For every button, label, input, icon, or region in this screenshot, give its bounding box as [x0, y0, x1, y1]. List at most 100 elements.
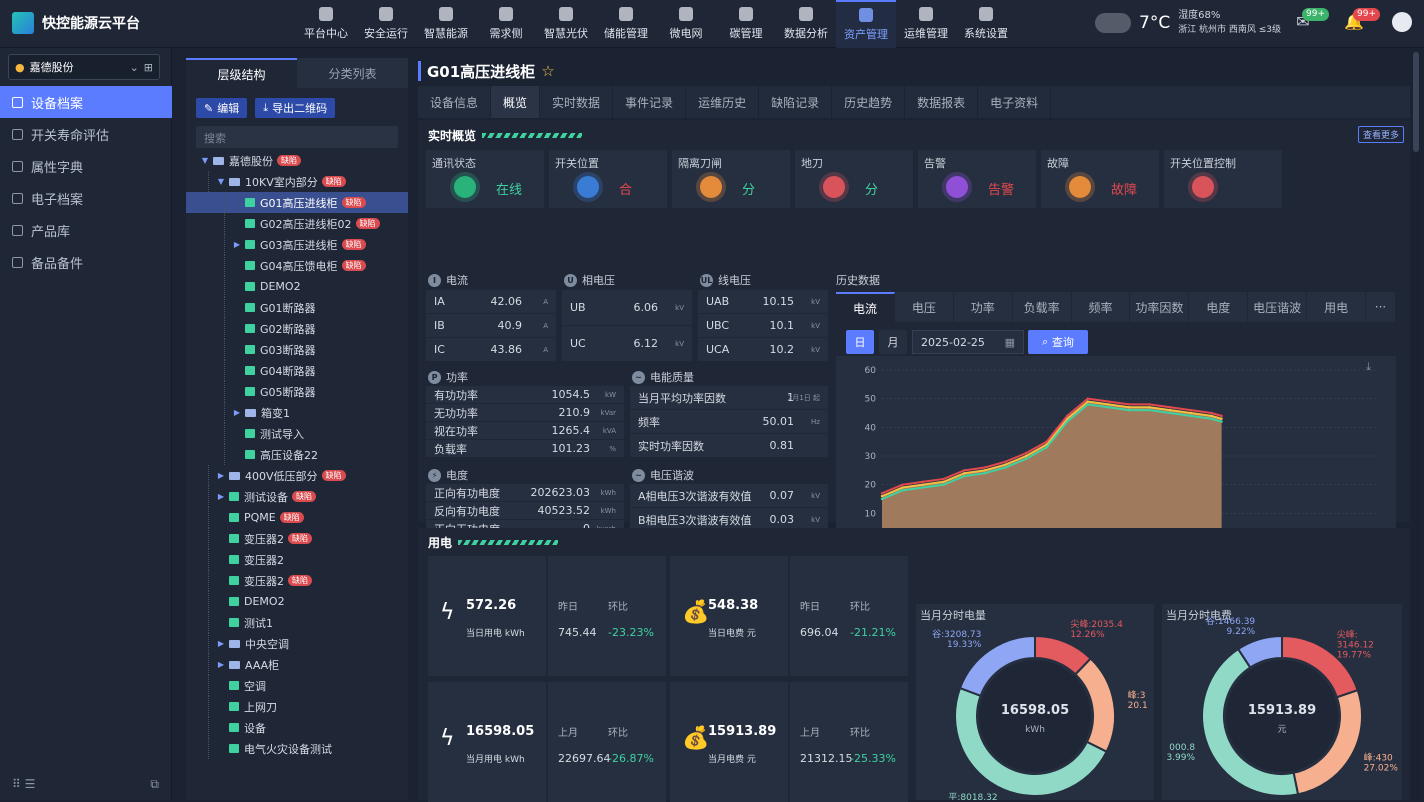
metric-row: 频率 50.01 Hz — [630, 410, 828, 434]
history-tab-5[interactable]: 功率因数 — [1130, 292, 1190, 322]
tree-node[interactable]: ▼ 10KV室内部分 缺陷 — [186, 171, 408, 192]
tree-node[interactable]: 测试1 — [186, 612, 408, 633]
nav-item-7[interactable]: 碳管理 — [716, 0, 776, 48]
apps-icon[interactable]: ⠿ ☰ — [12, 777, 35, 792]
tree-node[interactable]: 变压器2 缺陷 — [186, 570, 408, 591]
tree-node[interactable]: G04断路器 — [186, 360, 408, 381]
sidebar-item-5[interactable]: 备品备件 — [0, 246, 172, 278]
nav-item-8[interactable]: 数据分析 — [776, 0, 836, 48]
tree-node[interactable]: G01断路器 — [186, 297, 408, 318]
nav-item-3[interactable]: 需求侧 — [476, 0, 536, 48]
day-button[interactable]: 日 — [846, 330, 874, 354]
tree-node[interactable]: ▼ 嘉德股份 缺陷 — [186, 150, 408, 171]
grid-icon[interactable]: ⊞ — [144, 61, 153, 74]
tree-node[interactable]: G02高压进线柜02 缺陷 — [186, 213, 408, 234]
tree-node[interactable]: 高压设备22 — [186, 444, 408, 465]
tree-node[interactable]: 电气火灾设备测试 — [186, 738, 408, 759]
tree-node[interactable]: ▶ 400V低压部分 缺陷 — [186, 465, 408, 486]
nav-item-5[interactable]: 储能管理 — [596, 0, 656, 48]
tab-7[interactable]: 数据报表 — [905, 86, 979, 118]
star-icon[interactable]: ☆ — [541, 62, 554, 80]
month-button[interactable]: 月 — [879, 330, 907, 354]
tree-search-input[interactable]: 搜索 — [196, 126, 398, 148]
history-chart: 010203040506000:0002:0004:0006:0008:0010… — [836, 356, 1396, 556]
edit-button[interactable]: ✎ 编辑 — [196, 98, 248, 118]
sidebar-item-2[interactable]: 属性字典 — [0, 150, 172, 182]
main-scrollbar[interactable] — [1412, 48, 1420, 800]
tree-node[interactable]: G02断路器 — [186, 318, 408, 339]
tab-category-list[interactable]: 分类列表 — [297, 58, 408, 88]
tab-4[interactable]: 运维历史 — [686, 86, 760, 118]
expand-arrow-icon[interactable]: ▼ — [200, 156, 210, 165]
history-tab-7[interactable]: 电压谐波 — [1248, 292, 1308, 322]
tab-0[interactable]: 设备信息 — [418, 86, 492, 118]
tree-node[interactable]: PQME 缺陷 — [186, 507, 408, 528]
quality-icon: ~ — [632, 370, 645, 384]
tree-node[interactable]: 变压器2 缺陷 — [186, 528, 408, 549]
export-qrcode-button[interactable]: ⤓ 导出二维码 — [255, 98, 336, 118]
tree-node[interactable]: 变压器2 — [186, 549, 408, 570]
expand-arrow-icon[interactable]: ▶ — [216, 660, 226, 669]
query-button[interactable]: ⌕ 查询 — [1028, 330, 1088, 354]
tree-node[interactable]: 空调 — [186, 675, 408, 696]
tree-node[interactable]: DEMO2 — [186, 591, 408, 612]
expand-arrow-icon[interactable]: ▶ — [232, 240, 242, 249]
nav-item-11[interactable]: 系统设置 — [956, 0, 1016, 48]
tree-node[interactable]: 上网刀 — [186, 696, 408, 717]
sidebar-item-3[interactable]: 电子档案 — [0, 182, 172, 214]
collapse-icon[interactable]: ⧉ — [150, 777, 159, 792]
history-tab-0[interactable]: 电流 — [836, 292, 895, 322]
sidebar-item-4[interactable]: 产品库 — [0, 214, 172, 246]
nav-item-9[interactable]: 资产管理 — [836, 0, 896, 48]
expand-arrow-icon[interactable]: ▶ — [216, 471, 226, 480]
date-picker[interactable]: 2025-02-25 ▦ — [912, 330, 1024, 354]
download-icon[interactable]: ⤓ — [1366, 360, 1371, 373]
sidebar-item-1[interactable]: 开关寿命评估 — [0, 118, 172, 150]
tree-node[interactable]: DEMO2 — [186, 276, 408, 297]
mail-badge: 99+ — [1302, 8, 1329, 21]
tree-node[interactable]: ▶ 测试设备 缺陷 — [186, 486, 408, 507]
tree-node[interactable]: 测试导入 — [186, 423, 408, 444]
tree-node[interactable]: 设备 — [186, 717, 408, 738]
tree-node[interactable]: G01高压进线柜 缺陷 — [186, 192, 408, 213]
nav-item-1[interactable]: 安全运行 — [356, 0, 416, 48]
tab-3[interactable]: 事件记录 — [613, 86, 687, 118]
history-tabs-more[interactable]: ··· — [1366, 292, 1396, 322]
bell-icon[interactable]: 🔔 99+ — [1343, 8, 1380, 34]
tree-node[interactable]: ▶ 中央空调 — [186, 633, 408, 654]
view-more-button[interactable]: 查看更多 — [1357, 126, 1404, 143]
expand-arrow-icon[interactable]: ▶ — [216, 492, 226, 501]
sidebar-item-0[interactable]: 设备档案 — [0, 86, 172, 118]
nav-item-4[interactable]: 智慧光伏 — [536, 0, 596, 48]
history-tab-3[interactable]: 负载率 — [1013, 292, 1072, 322]
tree-node[interactable]: G05断路器 — [186, 381, 408, 402]
tree-node[interactable]: G04高压馈电柜 缺陷 — [186, 255, 408, 276]
mail-icon[interactable]: ✉ 99+ — [1292, 8, 1329, 34]
history-tab-4[interactable]: 频率 — [1072, 292, 1131, 322]
tree-node[interactable]: ▶ 箱变1 — [186, 402, 408, 423]
expand-arrow-icon[interactable]: ▶ — [232, 408, 242, 417]
expand-arrow-icon[interactable]: ▼ — [216, 177, 226, 186]
expand-arrow-icon[interactable]: ▶ — [216, 639, 226, 648]
tab-8[interactable]: 电子资料 — [978, 86, 1052, 118]
org-select[interactable]: ● 嘉德股份 ⌄ ⊞ — [8, 54, 160, 80]
tab-1[interactable]: 概览 — [491, 86, 541, 118]
nav-item-6[interactable]: 微电网 — [656, 0, 716, 48]
history-tab-6[interactable]: 电度 — [1189, 292, 1249, 322]
tree-guide — [208, 654, 209, 675]
tree-node[interactable]: G03断路器 — [186, 339, 408, 360]
history-tab-1[interactable]: 电压 — [895, 292, 954, 322]
tree-node[interactable]: ▶ AAA柜 — [186, 654, 408, 675]
history-tab-2[interactable]: 功率 — [954, 292, 1013, 322]
tab-5[interactable]: 缺陷记录 — [759, 86, 833, 118]
history-tab-8[interactable]: 用电 — [1307, 292, 1367, 322]
nav-item-10[interactable]: 运维管理 — [896, 0, 956, 48]
tree-node[interactable]: ▶ G03高压进线柜 缺陷 — [186, 234, 408, 255]
tab-6[interactable]: 历史趋势 — [832, 86, 906, 118]
avatar[interactable] — [1392, 12, 1412, 32]
tab-2[interactable]: 实时数据 — [540, 86, 614, 118]
nav-item-0[interactable]: 平台中心 — [296, 0, 356, 48]
tab-hierarchy[interactable]: 层级结构 — [186, 58, 297, 88]
scroll-thumb[interactable] — [1413, 52, 1419, 152]
nav-item-2[interactable]: 智慧能源 — [416, 0, 476, 48]
